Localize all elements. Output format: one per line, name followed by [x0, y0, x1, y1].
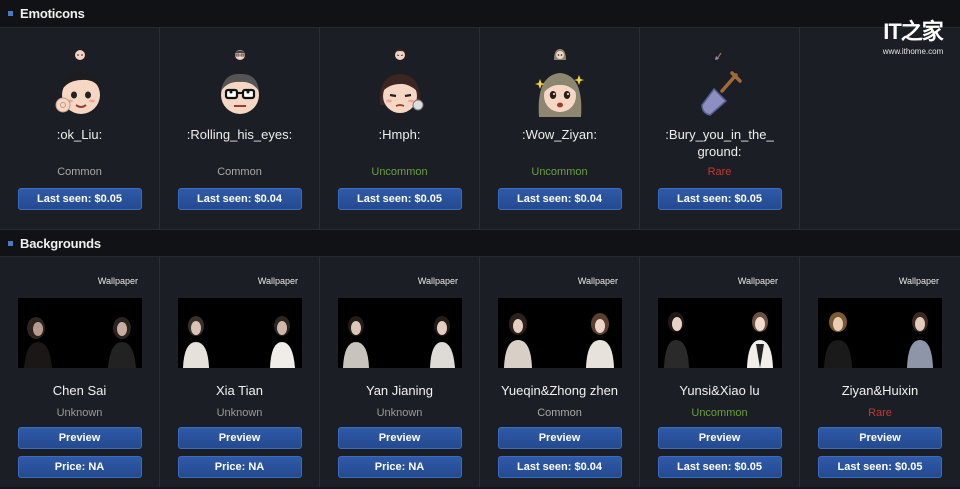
background-card: Wallpaper Yunsi&Xiao lu Uncommon Preview… [640, 257, 800, 487]
shovel-emoticon-icon [700, 71, 742, 116]
emoticon-name: :Hmph: [378, 127, 421, 142]
rarity-label: Unknown [216, 407, 263, 419]
watermark-site: www.ithome.com [882, 47, 944, 56]
preview-button[interactable]: Preview [657, 427, 782, 449]
preview-button[interactable]: Preview [497, 427, 622, 449]
background-name: Xia Tian [216, 383, 263, 398]
preview-button[interactable]: Preview [17, 427, 142, 449]
backgrounds-section-header: Backgrounds [0, 229, 960, 257]
shovel-mini-icon [714, 52, 722, 60]
emoticon-name: :Bury_you_in_the_ground: [665, 127, 774, 159]
backgrounds-grid: Wallpaper Chen Sai Unknown Preview Price… [0, 257, 960, 487]
background-card: Wallpaper Yan Jianing Unknown Preview Pr… [320, 257, 480, 487]
background-card: Wallpaper Xia Tian Unknown Preview Price… [160, 257, 320, 487]
background-card: Wallpaper Ziyan&Huixin Rare Preview Last… [800, 257, 960, 487]
rolling-eyes-mini-icon [234, 50, 245, 60]
emoticon-card: :Bury_you_in_the_ground: Rare Last seen:… [640, 28, 800, 229]
item-type-label: Wallpaper [417, 276, 458, 286]
emoticons-section-header: Emoticons [0, 0, 960, 28]
rarity-label: Uncommon [531, 166, 588, 178]
preview-button[interactable]: Preview [337, 427, 462, 449]
wallpaper-thumbnail[interactable] [657, 298, 782, 368]
item-type-label: Wallpaper [898, 276, 939, 286]
price-button[interactable]: Price: NA [337, 456, 462, 478]
last-seen-button[interactable]: Last seen: $0.04 [177, 188, 302, 210]
emoticon-card: :Wow_Ziyan: Uncommon Last seen: $0.04 [480, 28, 640, 229]
rarity-label: Unknown [376, 407, 423, 419]
emoticon-name: :Rolling_his_eyes: [186, 127, 293, 142]
emoticon-name: :Wow_Ziyan: [522, 127, 597, 142]
price-button[interactable]: Price: NA [17, 456, 142, 478]
empty-card [800, 28, 960, 229]
rarity-label: Common [537, 407, 582, 419]
rarity-label: Rare [868, 407, 892, 419]
wallpaper-thumbnail[interactable] [337, 298, 462, 368]
emoticon-name: :ok_Liu: [56, 127, 103, 142]
background-name: Chen Sai [52, 383, 107, 398]
hmph-mini-icon [394, 49, 405, 60]
emoticon-card: :Hmph: Uncommon Last seen: $0.05 [320, 28, 480, 229]
last-seen-button[interactable]: Last seen: $0.04 [497, 456, 622, 478]
last-seen-button[interactable]: Last seen: $0.05 [657, 188, 782, 210]
last-seen-button[interactable]: Last seen: $0.05 [657, 456, 782, 478]
preview-button[interactable]: Preview [818, 427, 942, 449]
wallpaper-thumbnail[interactable] [818, 298, 942, 368]
rarity-label: Uncommon [691, 407, 748, 419]
background-name: Ziyan&Huixin [841, 383, 919, 398]
wallpaper-thumbnail[interactable] [177, 298, 302, 368]
watermark: IT之家 www.ithome.com [878, 14, 948, 56]
section-title: Emoticons [20, 6, 85, 21]
last-seen-button[interactable]: Last seen: $0.05 [818, 456, 942, 478]
wow-ziyan-mini-icon [553, 49, 566, 60]
price-button[interactable]: Price: NA [177, 456, 302, 478]
rarity-label: Common [217, 166, 262, 178]
section-bullet-icon [8, 11, 13, 16]
section-title: Backgrounds [20, 235, 101, 251]
last-seen-button[interactable]: Last seen: $0.05 [337, 188, 462, 210]
rarity-label: Uncommon [371, 166, 428, 178]
wow-ziyan-emoticon-icon [534, 73, 584, 117]
ok-liu-mini-icon [74, 50, 85, 60]
wallpaper-thumbnail[interactable] [17, 298, 142, 368]
item-type-label: Wallpaper [97, 276, 138, 286]
wallpaper-thumbnail[interactable] [497, 298, 622, 368]
background-name: Yan Jianing [366, 383, 433, 398]
background-card: Wallpaper Chen Sai Unknown Preview Price… [0, 257, 160, 487]
ithome-logo: IT之家 [883, 19, 944, 44]
background-name: Yunsi&Xiao lu [679, 383, 760, 398]
rarity-label: Common [57, 166, 102, 178]
rolling-eyes-emoticon-icon [220, 73, 259, 114]
background-name: Yueqin&Zhong zhen [500, 383, 619, 398]
last-seen-button[interactable]: Last seen: $0.05 [17, 188, 142, 210]
rarity-label: Rare [707, 166, 732, 178]
item-type-label: Wallpaper [577, 276, 618, 286]
ok-liu-emoticon-icon [55, 72, 101, 114]
emoticons-grid: :ok_Liu: Common Last seen: $0.05 :Rollin… [0, 28, 960, 229]
preview-button[interactable]: Preview [177, 427, 302, 449]
emoticon-card: :Rolling_his_eyes: Common Last seen: $0.… [160, 28, 320, 229]
emoticon-card: :ok_Liu: Common Last seen: $0.05 [0, 28, 160, 229]
last-seen-button[interactable]: Last seen: $0.04 [497, 188, 622, 210]
item-type-label: Wallpaper [257, 276, 298, 286]
section-bullet-icon [8, 240, 13, 246]
item-type-label: Wallpaper [737, 276, 778, 286]
rarity-label: Unknown [56, 407, 103, 419]
background-card: Wallpaper Yueqin&Zhong zhen Common Previ… [480, 257, 640, 487]
hmph-emoticon-icon [379, 74, 423, 113]
